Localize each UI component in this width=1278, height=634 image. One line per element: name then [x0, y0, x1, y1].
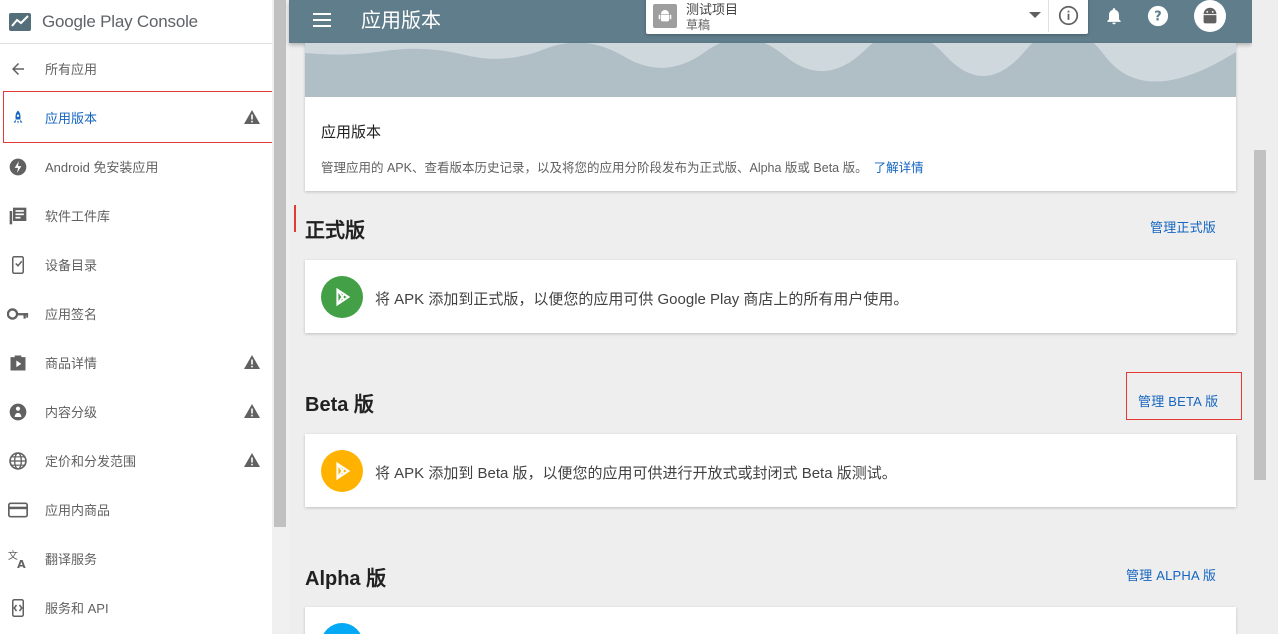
chevron-down-icon[interactable]: [1029, 12, 1041, 18]
play-console-logo-icon: [9, 12, 31, 31]
manage-beta-link[interactable]: 管理 BETA 版: [1138, 391, 1218, 410]
api-icon: [7, 597, 29, 619]
brand-name: Google Play Console: [42, 11, 198, 31]
header-description: 管理应用的 APK、查看版本历史记录，以及将您的应用分阶段发布为正式版、Alph…: [321, 157, 924, 176]
alpha-play-icon: [321, 623, 363, 634]
sidebar-item-content-rating[interactable]: 内容分级: [0, 387, 272, 436]
sidebar-item-label: 应用签名: [45, 307, 98, 322]
translate-icon: 文A: [7, 548, 29, 570]
production-play-icon: [321, 276, 363, 318]
warning-icon: [244, 110, 260, 124]
sidebar: Google Play Console 所有应用 应用版本 Android 免安…: [0, 0, 272, 634]
learn-more-link[interactable]: 了解详情: [874, 161, 924, 175]
main-scrollbar-thumb[interactable]: [1254, 150, 1266, 480]
sidebar-item-services-api[interactable]: 服务和 API: [0, 583, 272, 632]
manage-production-link[interactable]: 管理正式版: [1150, 217, 1216, 236]
sidebar-nav: 所有应用 应用版本 Android 免安装应用 软件工件库 设备目录 应用签名 …: [0, 44, 272, 632]
alpha-title: Alpha 版: [305, 568, 387, 590]
bell-icon[interactable]: [1104, 6, 1124, 26]
sidebar-item-store-listing[interactable]: 商品详情: [0, 338, 272, 387]
main-scrollbar[interactable]: [1252, 0, 1269, 634]
app-state: 草稿: [686, 18, 711, 32]
key-icon: [7, 303, 29, 325]
globe-icon: [7, 450, 29, 472]
sidebar-item-device-catalog[interactable]: 设备目录: [0, 240, 272, 289]
alpha-card: [305, 607, 1236, 634]
sidebar-item-label: 内容分级: [45, 405, 98, 420]
device-icon: [7, 254, 29, 276]
header-banner: [305, 43, 1236, 97]
page-title: 应用版本: [361, 10, 441, 32]
banner-pattern: [305, 43, 1236, 82]
sidebar-item-label: 翻译服务: [45, 552, 98, 567]
annotation-mark: [294, 205, 296, 232]
manage-alpha-link[interactable]: 管理 ALPHA 版: [1126, 565, 1216, 584]
sidebar-item-in-app-products[interactable]: 应用内商品: [0, 485, 272, 534]
avatar[interactable]: [1194, 0, 1226, 32]
top-app-bar: 应用版本 测试项目 草稿 ?: [289, 0, 1252, 43]
production-title: 正式版: [305, 220, 365, 242]
sidebar-item-pricing-distribution[interactable]: 定价和分发范围: [0, 436, 272, 485]
sidebar-scrollbar[interactable]: [272, 0, 289, 634]
sidebar-item-label: 服务和 API: [45, 601, 109, 616]
sidebar-item-app-releases[interactable]: 应用版本: [0, 93, 272, 142]
sidebar-item-label: 应用版本: [45, 111, 98, 126]
rating-icon: [7, 401, 29, 423]
sidebar-item-label: 商品详情: [45, 356, 98, 371]
sidebar-item-label: 应用内商品: [45, 503, 111, 518]
warning-icon: [244, 355, 260, 369]
sidebar-item-label: 软件工件库: [45, 209, 111, 224]
sidebar-item-label: 定价和分发范围: [45, 454, 137, 469]
divider: [1048, 0, 1049, 32]
svg-text:?: ?: [1154, 10, 1161, 25]
back-arrow-icon: [7, 58, 29, 80]
bolt-icon: [7, 156, 29, 178]
sidebar-scrollbar-thumb[interactable]: [274, 0, 286, 527]
brand-header[interactable]: Google Play Console: [0, 0, 272, 44]
production-card: 将 APK 添加到正式版，以便您的应用可供 Google Play 商店上的所有…: [305, 260, 1236, 333]
sidebar-item-translation[interactable]: 文A 翻译服务: [0, 534, 272, 583]
library-icon: [7, 205, 29, 227]
production-message: 将 APK 添加到正式版，以便您的应用可供 Google Play 商店上的所有…: [375, 291, 909, 308]
beta-message: 将 APK 添加到 Beta 版，以便您的应用可供进行开放式或封闭式 Beta …: [375, 465, 897, 482]
sidebar-item-label: 所有应用: [45, 62, 98, 77]
sidebar-item-instant-apps[interactable]: Android 免安装应用: [0, 142, 272, 191]
sidebar-item-app-signing[interactable]: 应用签名: [0, 289, 272, 338]
header-title: 应用版本: [321, 124, 382, 141]
app-selector[interactable]: 测试项目 草稿: [646, 0, 1088, 34]
info-icon[interactable]: [1058, 5, 1079, 26]
sidebar-item-label: 设备目录: [45, 258, 98, 273]
android-avatar-icon: [1203, 7, 1217, 24]
svg-text:A: A: [17, 558, 26, 570]
warning-icon: [244, 404, 260, 418]
beta-card: 将 APK 添加到 Beta 版，以便您的应用可供进行开放式或封闭式 Beta …: [305, 434, 1236, 507]
sidebar-item-artifact-library[interactable]: 软件工件库: [0, 191, 272, 240]
sidebar-item-all-apps[interactable]: 所有应用: [0, 44, 272, 93]
sidebar-item-label: Android 免安装应用: [45, 160, 159, 175]
help-icon[interactable]: ?: [1147, 5, 1169, 27]
android-app-icon: [653, 4, 677, 28]
beta-title: Beta 版: [305, 394, 374, 416]
store-icon: [7, 352, 29, 374]
card-icon: [7, 499, 29, 521]
warning-icon: [244, 453, 260, 467]
rocket-icon: [7, 107, 29, 129]
header-card: 应用版本 管理应用的 APK、查看版本历史记录，以及将您的应用分阶段发布为正式版…: [305, 43, 1236, 191]
menu-icon[interactable]: [313, 13, 333, 29]
beta-play-icon: [321, 450, 363, 492]
description-text: 管理应用的 APK、查看版本历史记录，以及将您的应用分阶段发布为正式版、Alph…: [321, 161, 868, 175]
